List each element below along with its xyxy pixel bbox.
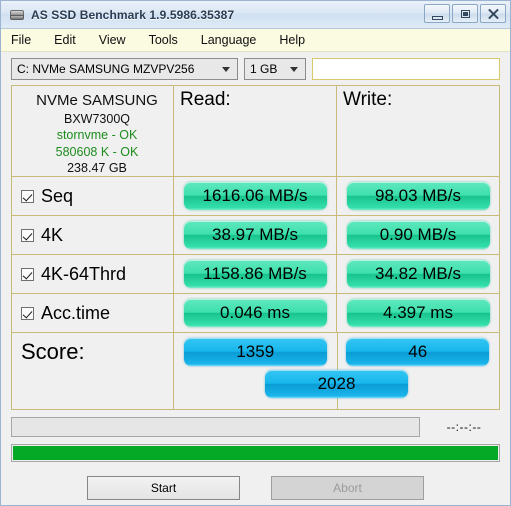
progress-bar <box>11 444 500 462</box>
seq-write-value: 98.03 MB/s <box>347 182 490 210</box>
drive-capacity: 238.47 GB <box>67 160 127 177</box>
read-column-header: Read: <box>180 89 231 111</box>
button-row: Start Abort <box>1 476 510 500</box>
as-ssd-benchmark-window: AS SSD Benchmark 1.9.5986.35387 File Edi… <box>0 0 511 506</box>
toolbar: C: NVMe SAMSUNG MZVPV256 1 GB <box>1 52 510 85</box>
size-select-value: 1 GB <box>250 62 277 76</box>
seq-checkbox[interactable] <box>21 190 34 203</box>
progress-bar-fill <box>13 446 498 460</box>
minimize-button[interactable] <box>424 4 450 23</box>
score-area: 1359 46 2028 <box>174 333 499 409</box>
window-controls <box>424 4 506 23</box>
drive-model: NVMe SAMSUNG <box>36 91 158 111</box>
acc-time-read-value: 0.046 ms <box>184 299 327 327</box>
drive-firmware: BXW7300Q <box>64 111 130 128</box>
menu-item-help[interactable]: Help <box>279 31 316 49</box>
minimize-icon <box>432 16 443 20</box>
menu-item-file[interactable]: File <box>11 31 42 49</box>
4k-checkbox[interactable] <box>21 229 34 242</box>
4k-64thrd-write-value: 34.82 MB/s <box>347 260 490 288</box>
4k-read-value: 38.97 MB/s <box>184 221 327 249</box>
score-row: Score: 1359 46 2028 <box>12 333 499 409</box>
write-column-header: Write: <box>343 89 392 111</box>
acc-time-write-value: 4.397 ms <box>347 299 490 327</box>
window-title: AS SSD Benchmark 1.9.5986.35387 <box>31 8 234 22</box>
menu-item-language[interactable]: Language <box>201 31 268 49</box>
table-row: 4K 38.97 MB/s 0.90 MB/s <box>12 216 499 255</box>
4k-64thrd-read-value: 1158.86 MB/s <box>184 260 327 288</box>
4k-64thrd-checkbox[interactable] <box>21 268 34 281</box>
score-total-value: 2028 <box>265 370 408 398</box>
status-row: --:--:-- <box>11 417 500 437</box>
abort-button: Abort <box>271 476 424 500</box>
score-label: Score: <box>21 339 85 365</box>
acc-time-label: Acc.time <box>41 303 110 324</box>
chevron-down-icon <box>222 67 230 72</box>
drive-alignment-status: 580608 K - OK <box>56 144 139 161</box>
seq-read-value: 1616.06 MB/s <box>184 182 327 210</box>
menu-bar: File Edit View Tools Language Help <box>1 29 510 52</box>
results-grid: NVMe SAMSUNG BXW7300Q stornvme - OK 5806… <box>11 85 500 410</box>
name-input[interactable] <box>312 58 500 80</box>
seq-label: Seq <box>41 186 73 207</box>
4k-write-value: 0.90 MB/s <box>347 221 490 249</box>
drive-info-panel: NVMe SAMSUNG BXW7300Q stornvme - OK 5806… <box>12 86 174 176</box>
results-header-row: NVMe SAMSUNG BXW7300Q stornvme - OK 5806… <box>12 86 499 177</box>
4k-label: 4K <box>41 225 63 246</box>
hdd-icon <box>9 7 25 23</box>
start-button[interactable]: Start <box>87 476 240 500</box>
elapsed-timer: --:--:-- <box>428 420 500 434</box>
maximize-button[interactable] <box>452 4 478 23</box>
restore-icon <box>461 10 470 18</box>
menu-item-tools[interactable]: Tools <box>149 31 189 49</box>
chevron-down-icon <box>290 67 298 72</box>
menu-item-edit[interactable]: Edit <box>54 31 87 49</box>
drive-select[interactable]: C: NVMe SAMSUNG MZVPV256 <box>11 58 238 80</box>
menu-item-view[interactable]: View <box>99 31 137 49</box>
4k-64thrd-label: 4K-64Thrd <box>41 264 126 285</box>
table-row: Acc.time 0.046 ms 4.397 ms <box>12 294 499 333</box>
acc-time-checkbox[interactable] <box>21 307 34 320</box>
drive-select-value: C: NVMe SAMSUNG MZVPV256 <box>17 62 194 76</box>
score-write-value: 46 <box>346 338 489 366</box>
score-read-value: 1359 <box>184 338 327 366</box>
drive-driver-status: stornvme - OK <box>57 127 138 144</box>
size-select[interactable]: 1 GB <box>244 58 306 80</box>
title-bar: AS SSD Benchmark 1.9.5986.35387 <box>1 1 510 29</box>
table-row: Seq 1616.06 MB/s 98.03 MB/s <box>12 177 499 216</box>
table-row: 4K-64Thrd 1158.86 MB/s 34.82 MB/s <box>12 255 499 294</box>
status-message <box>11 417 420 437</box>
close-button[interactable] <box>480 4 506 23</box>
